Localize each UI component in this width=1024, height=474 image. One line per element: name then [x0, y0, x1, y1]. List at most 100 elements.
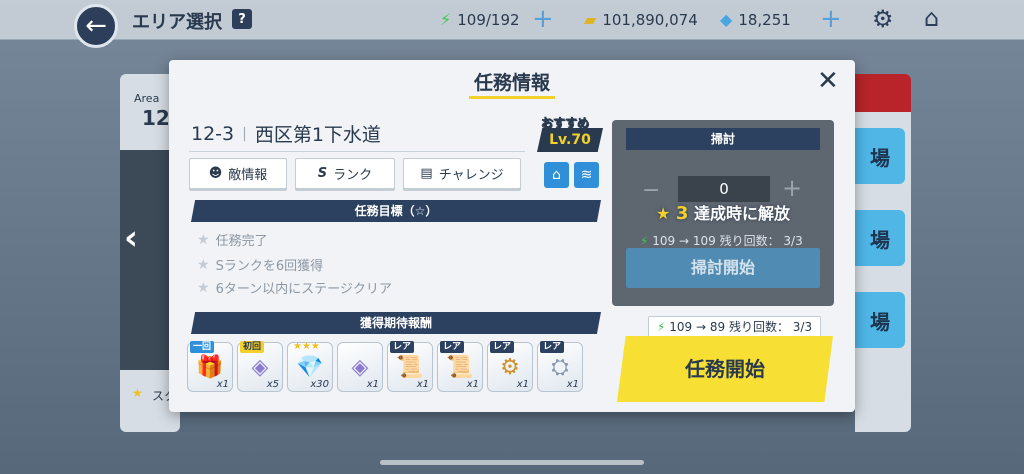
star-outline-icon: ★	[197, 279, 210, 296]
character-token-icon: ◈	[251, 354, 269, 380]
reward-qty: x1	[516, 379, 529, 390]
divider	[189, 151, 525, 152]
reward-qty: x30	[310, 379, 329, 390]
star-outline-icon: ★	[197, 256, 210, 273]
tab-label: 敵情報	[228, 168, 268, 183]
area-label: Area	[134, 92, 160, 105]
reward-qty: x5	[266, 379, 279, 390]
stage-list-right: 場 場 場	[855, 74, 911, 432]
gems-plus-button[interactable]: +	[820, 4, 842, 34]
gear-icon[interactable]: ⚙	[872, 5, 894, 33]
back-button[interactable]: ←	[74, 4, 118, 48]
sweep-cost: ⚡ 109 → 109 残り回数： 3/3	[640, 232, 803, 249]
reward-item[interactable]: レア 📜 x1	[437, 341, 483, 392]
start-cost: ⚡ 109 → 89 残り回数： 3/3	[648, 316, 822, 338]
challenge-button[interactable]: ▤ チャレンジ	[403, 158, 521, 189]
start-remaining: 残り回数： 3/3	[728, 320, 813, 334]
goal-text: Sランクを6回獲得	[215, 259, 324, 274]
stage-heading: 12-3 | 西区第1下水道	[191, 120, 381, 147]
rank-s-icon: S	[317, 166, 328, 181]
reward-tag: 初回	[240, 341, 265, 353]
star-icon: ★	[655, 204, 671, 223]
sweep-panel: 掃討 − 0 + ★ 3 達成時に解放 ⚡ 109 → 109 残り回数： 3/…	[612, 120, 834, 306]
terrain-icon: ≋	[580, 167, 593, 183]
reward-item[interactable]: 初回 ◈ x5	[237, 341, 283, 392]
sweep-header: 掃討	[626, 128, 820, 150]
tab-label: ランク	[333, 168, 373, 183]
rewards-header: 獲得期待報酬	[191, 312, 601, 334]
tab-label: チャレンジ	[438, 168, 504, 183]
sweep-plus-button[interactable]: +	[782, 174, 802, 202]
title-underline	[469, 96, 555, 99]
lock-text: 達成時に解放	[694, 204, 791, 223]
star-outline-icon: ★	[197, 231, 210, 248]
stamina-plus-button[interactable]: +	[532, 4, 554, 34]
stage-name: 西区第1下水道	[254, 124, 381, 146]
stamina-display: ⚡ 109/192	[440, 10, 520, 29]
terrain-button[interactable]: ≋	[574, 162, 599, 188]
stage-button[interactable]: 場	[855, 292, 905, 348]
sweep-count: 0	[678, 176, 770, 202]
reward-tag: ★★★	[293, 341, 320, 352]
goals-header: 任務目標（☆）	[191, 200, 601, 222]
stage-button[interactable]: 場	[855, 210, 905, 266]
rewards-list: 一回 🎁 x1 初回 ◈ x5 ★★★ 💎 x30 ◈ x1 レア 📜 x1 レ…	[187, 341, 583, 392]
prev-area-button[interactable]: ‹	[124, 218, 138, 258]
reward-tag: レア	[440, 341, 465, 353]
reward-tag: レア	[490, 341, 515, 353]
stamina-icon: ⚡	[440, 10, 452, 29]
reward-tag: 一回	[190, 341, 215, 353]
close-icon[interactable]: ✕	[817, 66, 839, 96]
reward-item[interactable]: レア ⛭ x1	[537, 341, 583, 392]
reward-item[interactable]: ★★★ 💎 x30	[287, 341, 333, 392]
star-icon: ★	[132, 386, 143, 400]
scroll-icon: 📜	[396, 354, 424, 380]
recommended-level: Lv.70	[537, 128, 603, 152]
arrow-left-icon: ←	[85, 11, 107, 41]
reward-item[interactable]: レア 📜 x1	[387, 341, 433, 392]
start-stamina: 109 → 89	[669, 320, 726, 334]
info-tabs: ☻ 敵情報 S ランク ▤ チャレンジ	[189, 158, 521, 189]
reward-qty: x1	[416, 379, 429, 390]
scroll-icon: 📜	[446, 354, 474, 380]
stamina-value: 109/192	[457, 10, 520, 29]
enemy-icon: ☻	[208, 166, 223, 181]
stage-number: 12-3	[191, 122, 235, 145]
component-icon: ⛭	[551, 354, 569, 380]
stage-button[interactable]: 場	[855, 128, 905, 184]
rank-button[interactable]: S ランク	[295, 158, 395, 189]
reward-qty: x1	[366, 379, 379, 390]
reward-qty: x1	[216, 379, 229, 390]
goal-item: ★ 任務完了	[197, 230, 268, 250]
stage-separator: |	[242, 125, 247, 142]
credits-icon: ▰	[584, 10, 597, 29]
sweep-stamina: 109 → 109	[652, 234, 716, 248]
recommended-level-badge: おすすめ Lv.70	[537, 114, 603, 154]
reward-item[interactable]: レア ⚙ x1	[487, 341, 533, 392]
top-bar: エリア選択 ? ⚡ 109/192 + ▰ 101,890,074 ◆ 18,2…	[0, 0, 1024, 40]
reward-item[interactable]: ◈ x1	[337, 342, 383, 392]
gem-icon: ◆	[720, 10, 733, 29]
reward-tag: レア	[540, 341, 565, 353]
goal-text: 任務完了	[215, 234, 268, 249]
clipboard-icon: ▤	[420, 166, 433, 181]
help-icon[interactable]: ?	[232, 9, 252, 29]
home-map-button[interactable]: ⌂	[544, 162, 569, 188]
mission-start-button[interactable]: 任務開始	[617, 336, 833, 402]
sweep-remaining: 残り回数： 3/3	[719, 234, 803, 248]
page-title: エリア選択	[132, 12, 222, 33]
gem-icon: 💎	[296, 354, 324, 380]
goal-item: ★ Sランクを6回獲得	[197, 255, 324, 275]
mission-info-dialog: 任務情報 ✕ 12-3 | 西区第1下水道 おすすめ Lv.70 ☻ 敵情報 S…	[169, 60, 855, 412]
reward-qty: x1	[566, 379, 579, 390]
gems-display: ◆ 18,251	[720, 10, 791, 29]
character-token-icon: ◈	[351, 354, 369, 380]
reward-item[interactable]: 一回 🎁 x1	[187, 341, 233, 392]
home-icon[interactable]: ⌂	[924, 4, 939, 32]
house-icon: ⌂	[552, 167, 561, 183]
reward-tag: レア	[390, 341, 415, 353]
sweep-start-button[interactable]: 掃討開始	[626, 248, 820, 288]
enemy-info-button[interactable]: ☻ 敵情報	[189, 158, 287, 189]
credits-display: ▰ 101,890,074	[584, 10, 698, 29]
stamina-icon: ⚡	[657, 320, 666, 334]
